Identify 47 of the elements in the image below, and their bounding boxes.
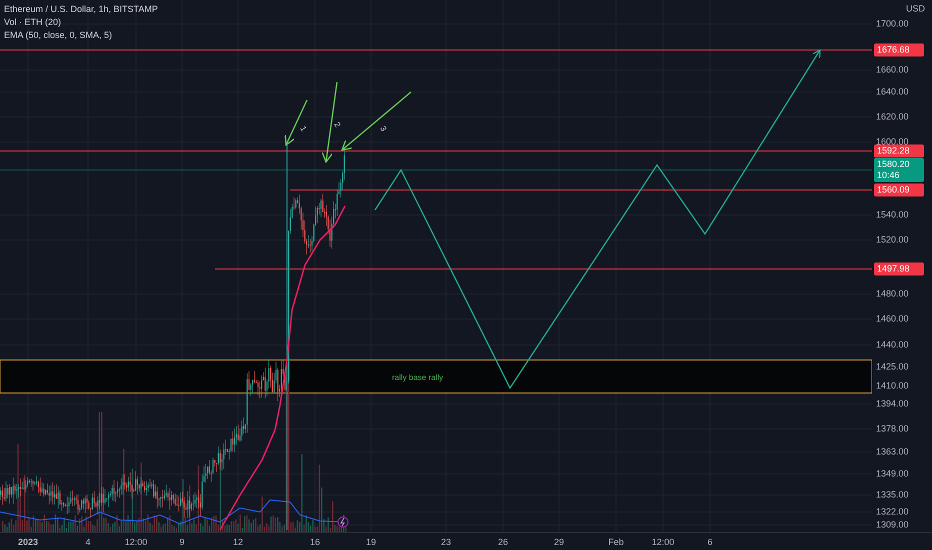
date-label: 9 — [180, 536, 184, 548]
price-label: 1600.00 — [876, 136, 909, 147]
price-label: 1363.00 — [876, 446, 909, 458]
price-label: 1480.00 — [876, 288, 909, 300]
price-label: 1640.00 — [876, 86, 909, 98]
price-label: 1540.00 — [876, 210, 909, 220]
zone-label: rally base rally — [392, 373, 444, 382]
date-label: 6 — [708, 536, 712, 548]
arrow — [341, 92, 412, 151]
currency-label: USD — [906, 4, 926, 14]
legend-text: EMA (50, close, 0, SMA, 5) — [4, 29, 114, 41]
date-label: 2023 — [18, 536, 38, 548]
legend-text: Ethereum / U.S. Dollar, 1h, BITSTAMP — [4, 3, 158, 15]
date-label: 12:00 — [124, 536, 148, 548]
price-label: 1460.00 — [876, 314, 909, 324]
price-label: 1520.00 — [876, 234, 909, 246]
arrow-label: 1 — [298, 124, 308, 133]
price-label: 1660.00 — [876, 64, 909, 76]
price-tag: 1497.98 — [874, 262, 924, 276]
price-label: 1309.00 — [876, 520, 909, 530]
arrow-label: 2 — [332, 120, 342, 129]
date-label: 12 — [233, 536, 243, 548]
price-label: 1322.00 — [876, 506, 909, 518]
price-label: 1440.00 — [876, 340, 909, 350]
date-label: 29 — [554, 536, 564, 548]
price-tag: 1592.28 — [874, 144, 924, 158]
arrow — [284, 100, 308, 146]
price-label: 1410.00 — [876, 380, 909, 392]
date-label: Feb — [608, 536, 624, 548]
price-label: 1700.00 — [876, 18, 909, 30]
price-tag: 1560.09 — [874, 184, 924, 196]
price-tag: 1580.20 10:46 — [874, 158, 924, 182]
date-label: 4 — [86, 536, 90, 548]
date-label: 26 — [498, 536, 508, 548]
price-label: 1620.00 — [876, 112, 909, 122]
arrow-label: 3 — [378, 124, 388, 133]
price-tag: 1676.68 — [874, 44, 924, 56]
price-label: 1425.00 — [876, 362, 909, 372]
price-label: 1378.00 — [876, 424, 909, 434]
price-label: 1335.00 — [876, 490, 909, 500]
legend-text: Vol · ETH (20) — [4, 16, 62, 28]
date-label: 19 — [366, 536, 376, 548]
date-label: 16 — [310, 536, 320, 548]
price-label: 1349.00 — [876, 468, 909, 480]
date-label: 12:00 — [652, 536, 674, 548]
price-label: 1394.00 — [876, 398, 909, 410]
date-label: 23 — [441, 536, 451, 548]
